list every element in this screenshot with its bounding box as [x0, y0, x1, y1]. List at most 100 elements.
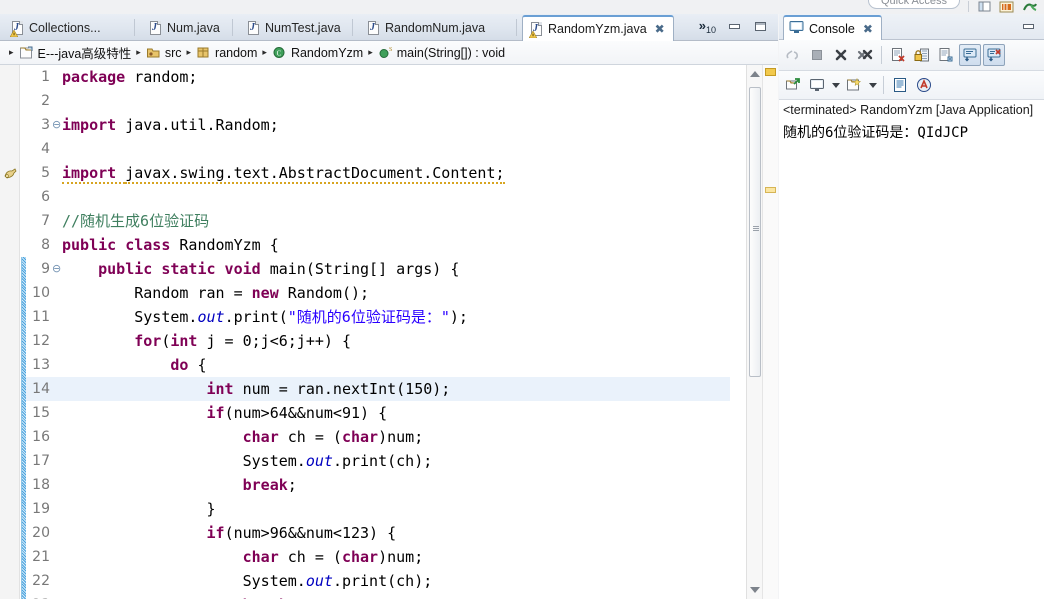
- fold-toggle-icon[interactable]: ⊖: [52, 113, 62, 137]
- breadcrumb-item-project[interactable]: E---java高级特性: [19, 43, 131, 62]
- package-icon: [196, 45, 211, 60]
- code-line[interactable]: 17 System.out.print(ch);: [26, 449, 730, 473]
- line-number: 10: [32, 285, 50, 301]
- warning-marker-icon[interactable]: [3, 166, 18, 181]
- editor-tab-randomnum-java[interactable]: J RandomNum.java: [360, 15, 493, 41]
- code-editor[interactable]: 1 package random; 2 3 ⊖ import java.util.Rand…: [0, 65, 778, 599]
- editor-vertical-scrollbar[interactable]: [746, 65, 762, 599]
- editor-tab-bar: J Collections... J Num.java J NumTest.ja…: [0, 14, 778, 41]
- code-line[interactable]: 23 break;: [26, 593, 730, 599]
- code-line[interactable]: 13 do {: [26, 353, 730, 377]
- code-line[interactable]: 7 //随机生成6位验证码: [26, 209, 730, 233]
- editor-tab-label: Num.java: [167, 21, 220, 35]
- code-line[interactable]: 21 char ch = (char)num;: [26, 545, 730, 569]
- open-console-button[interactable]: [782, 74, 804, 96]
- breadcrumb-item-src[interactable]: src: [146, 45, 182, 60]
- code-line[interactable]: 1 package random;: [26, 65, 730, 89]
- overview-ruler[interactable]: [762, 65, 778, 599]
- scroll-up-arrow-icon[interactable]: [750, 71, 760, 77]
- warning-marker-small[interactable]: [765, 187, 776, 193]
- code-line[interactable]: 3 ⊖ import java.util.Random;: [26, 113, 730, 137]
- code-line[interactable]: 11 System.out.print("随机的6位验证码是：");: [26, 305, 730, 329]
- close-icon[interactable]: ✖: [655, 22, 665, 36]
- code-line[interactable]: 4: [26, 137, 730, 161]
- code-line-text: if(num>96&&num<123) {: [206, 524, 397, 542]
- line-number: 22: [32, 573, 50, 589]
- code-text-area[interactable]: 1 package random; 2 3 ⊖ import java.util.Rand…: [26, 65, 730, 599]
- tab-divider: [516, 19, 517, 36]
- code-line[interactable]: 6: [26, 185, 730, 209]
- code-line-text: for(int j = 0;j<6;j++) {: [134, 332, 351, 350]
- code-line-text: Random ran = new Random();: [134, 284, 370, 302]
- tab-overflow-chevron[interactable]: »10: [699, 18, 716, 35]
- new-console-caret[interactable]: [867, 74, 878, 96]
- close-icon[interactable]: ✖: [863, 22, 873, 36]
- console-tab[interactable]: Console ✖: [783, 15, 882, 40]
- breadcrumb-root-arrow[interactable]: ▸: [9, 48, 14, 58]
- code-line[interactable]: 15 if(num>64&&num<91) {: [26, 401, 730, 425]
- console-dropdown-caret[interactable]: [830, 74, 841, 96]
- line-number: 8: [41, 237, 50, 253]
- new-console-button[interactable]: [843, 74, 865, 96]
- console-output[interactable]: 随机的6位验证码是：QIdJCP: [779, 120, 1044, 599]
- code-line-text: import java.util.Random;: [62, 116, 279, 134]
- editor-tab-numtest-java[interactable]: J NumTest.java: [240, 15, 349, 41]
- svg-text:C: C: [277, 50, 282, 58]
- scroll-lock-button[interactable]: [911, 44, 933, 66]
- editor-tab-randomyzm-java[interactable]: J RandomYzm.java ✖: [522, 15, 674, 41]
- code-line[interactable]: 2: [26, 89, 730, 113]
- word-wrap-button[interactable]: [935, 44, 957, 66]
- remove-launch-button[interactable]: [830, 44, 852, 66]
- code-line[interactable]: 5 import javax.swing.text.AbstractDocumen…: [26, 161, 730, 185]
- code-line[interactable]: 9 ⊖ public static void main(String[] args…: [26, 257, 730, 281]
- line-number: 19: [32, 501, 50, 517]
- scrollbar-thumb[interactable]: [749, 87, 761, 377]
- remove-all-terminated-button[interactable]: [854, 44, 876, 66]
- svg-text:S: S: [389, 47, 392, 53]
- minimize-button[interactable]: [1021, 20, 1036, 33]
- code-line-text: import javax.swing.text.AbstractDocument…: [62, 164, 505, 184]
- display-selected-console-button[interactable]: [983, 44, 1005, 66]
- code-line-text: public static void main(String[] args) {: [98, 260, 460, 278]
- java-ee-perspective-icon[interactable]: [1022, 1, 1037, 13]
- code-line[interactable]: 18 break;: [26, 473, 730, 497]
- java-project-icon: [19, 45, 34, 60]
- console-toolbar-primary: [779, 40, 1044, 71]
- show-console-button[interactable]: [889, 74, 911, 96]
- code-line[interactable]: 20 if(num>96&&num<123) {: [26, 521, 730, 545]
- breadcrumb-item-method[interactable]: S main(String[]) : void: [378, 45, 505, 60]
- code-line[interactable]: 12 for(int j = 0;j<6;j++) {: [26, 329, 730, 353]
- code-line[interactable]: 19 }: [26, 497, 730, 521]
- code-line[interactable]: 16 char ch = (char)num;: [26, 425, 730, 449]
- code-line[interactable]: 22 System.out.print(ch);: [26, 569, 730, 593]
- code-line[interactable]: 8 public class RandomYzm {: [26, 233, 730, 257]
- console-tab-bar: Console ✖: [779, 14, 1044, 40]
- java-perspective-icon[interactable]: [999, 1, 1014, 13]
- terminate-button[interactable]: [806, 44, 828, 66]
- fold-toggle-icon[interactable]: ⊖: [52, 257, 62, 281]
- editor-tab-label: RandomYzm.java: [548, 22, 647, 36]
- editor-tab-collections[interactable]: J Collections...: [4, 15, 109, 41]
- code-line[interactable]: 14 int num = ran.nextInt(150);: [26, 377, 730, 401]
- breadcrumb-item-class[interactable]: C RandomYzm: [272, 45, 363, 60]
- console-view: Console ✖ <terminated> RandomYzm [Java A…: [779, 14, 1044, 599]
- editor-tab-num-java[interactable]: J Num.java: [142, 15, 228, 41]
- new-console-view-button[interactable]: [806, 74, 828, 96]
- restore-button[interactable]: [727, 20, 742, 34]
- clear-console-button[interactable]: [887, 44, 909, 66]
- tab-overflow-count: 10: [705, 25, 716, 35]
- breadcrumb-item-package[interactable]: random: [196, 45, 257, 60]
- code-line[interactable]: 10 Random ran = new Random();: [26, 281, 730, 305]
- open-perspective-icon[interactable]: [978, 1, 992, 13]
- maximize-button[interactable]: [753, 20, 768, 34]
- relaunch-button[interactable]: [782, 44, 804, 66]
- pin-console-button[interactable]: [959, 44, 981, 66]
- scroll-down-arrow-icon[interactable]: [750, 587, 760, 593]
- quick-access-input[interactable]: Quick Access: [868, 0, 960, 9]
- warning-marker[interactable]: [765, 68, 776, 76]
- ant-console-button[interactable]: [913, 74, 935, 96]
- breadcrumb-separator: ▸: [136, 47, 141, 58]
- annotation-ruler[interactable]: [0, 65, 20, 599]
- editor-tab-label: Collections...: [29, 21, 101, 35]
- line-number: 18: [32, 477, 50, 493]
